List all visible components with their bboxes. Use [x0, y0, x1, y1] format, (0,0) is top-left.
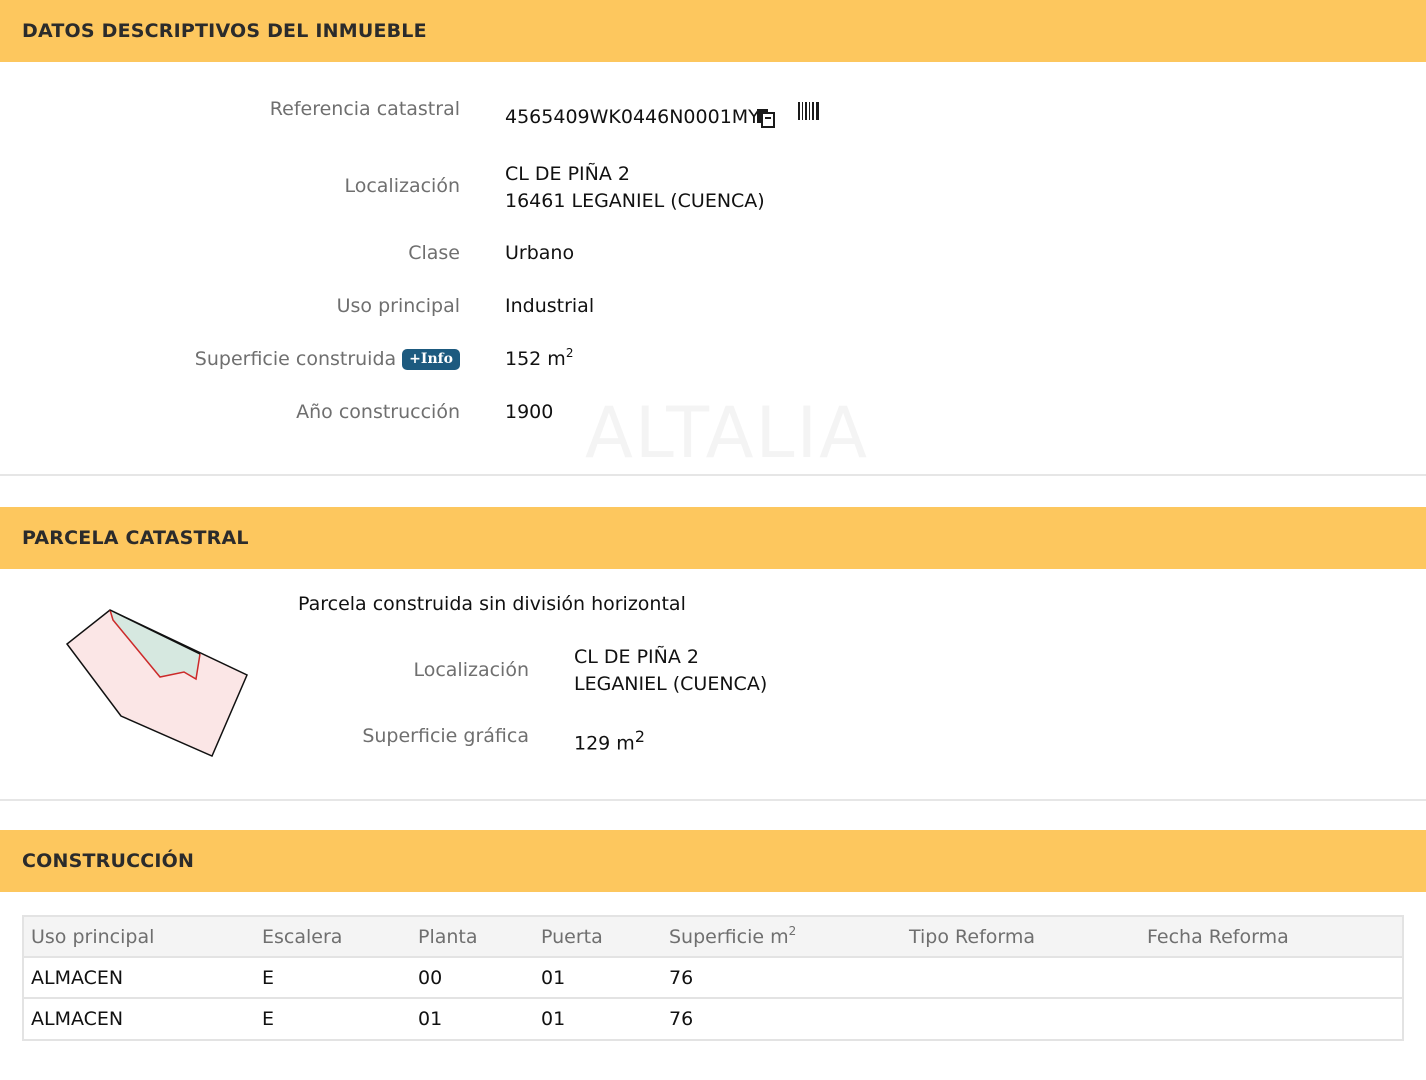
label-superficie: Superficie construida	[194, 348, 397, 370]
parcel-map-svg	[65, 609, 248, 757]
table-row: ALMACEN E 00 01 76	[24, 958, 1402, 999]
value-superficie-number: 152 m	[505, 348, 566, 370]
col-header-uso: Uso principal	[31, 926, 155, 948]
value-parcela-superficie-number: 129 m	[574, 732, 635, 755]
cell-superficie: 76	[669, 1008, 694, 1030]
info-button[interactable]: +Info	[402, 349, 460, 370]
cell-escalera: E	[262, 1008, 275, 1030]
section-header-construccion: CONSTRUCCIÓN	[0, 830, 1426, 892]
label-clase: Clase	[408, 242, 460, 264]
cell-uso: ALMACEN	[31, 967, 124, 989]
value-anio: 1900	[505, 401, 554, 423]
value-superficie-exp: 2	[565, 346, 574, 360]
section-header-datos: DATOS DESCRIPTIVOS DEL INMUEBLE	[0, 0, 1426, 62]
value-parcela-localizacion-line2: LEGANIEL (CUENCA)	[574, 673, 768, 695]
parcel-map[interactable]	[60, 600, 260, 765]
value-referencia[interactable]: 4565409WK0446N0001MY	[505, 104, 760, 131]
label-parcela-superficie: Superficie gráfica	[362, 725, 529, 747]
cell-planta: 01	[418, 1008, 443, 1030]
value-uso: Industrial	[505, 295, 595, 317]
table-row: ALMACEN E 01 01 76	[24, 999, 1402, 1040]
cell-planta: 00	[418, 967, 443, 989]
value-clase: Urbano	[505, 242, 575, 264]
parcela-subtitle: Parcela construida sin división horizont…	[298, 593, 686, 615]
barcode-icon[interactable]	[798, 102, 820, 125]
label-referencia: Referencia catastral	[269, 98, 460, 120]
col-header-superficie: Superficie m2	[669, 917, 796, 957]
col-header-superficie-label: Superficie m	[669, 926, 789, 948]
cell-uso: ALMACEN	[31, 1008, 124, 1030]
label-localizacion: Localización	[344, 175, 460, 197]
label-anio: Año construcción	[296, 401, 460, 423]
table-header-row: Uso principal Escalera Planta Puerta Sup…	[24, 917, 1402, 958]
construccion-table: Uso principal Escalera Planta Puerta Sup…	[22, 915, 1404, 1041]
value-superficie: 152 m2	[505, 346, 573, 373]
col-header-planta: Planta	[418, 926, 478, 948]
section-title-datos: DATOS DESCRIPTIVOS DEL INMUEBLE	[22, 20, 427, 42]
label-uso: Uso principal	[336, 295, 460, 317]
cell-superficie: 76	[669, 967, 694, 989]
value-localizacion-line1: CL DE PIÑA 2	[505, 163, 630, 185]
col-header-fecha-reforma: Fecha Reforma	[1147, 926, 1289, 948]
section-title-construccion: CONSTRUCCIÓN	[22, 850, 195, 872]
value-localizacion-line2: 16461 LEGANIEL (CUENCA)	[505, 190, 765, 212]
section-title-parcela: PARCELA CATASTRAL	[22, 527, 249, 549]
value-parcela-superficie: 129 m2	[574, 723, 645, 757]
parcel-outline	[65, 609, 248, 757]
col-header-tipo-reforma: Tipo Reforma	[909, 926, 1036, 948]
label-parcela-localizacion: Localización	[413, 659, 529, 681]
col-header-superficie-exp: 2	[788, 924, 797, 938]
cell-puerta: 01	[541, 967, 566, 989]
value-parcela-localizacion-line1: CL DE PIÑA 2	[574, 646, 699, 668]
copy-icon[interactable]	[756, 108, 776, 133]
cell-escalera: E	[262, 967, 275, 989]
value-parcela-superficie-exp: 2	[634, 727, 645, 746]
watermark-logo: ALTALIA	[585, 392, 869, 474]
label-superficie-group: Superficie construida +Info	[195, 348, 460, 370]
cell-puerta: 01	[541, 1008, 566, 1030]
section-header-parcela: PARCELA CATASTRAL	[0, 507, 1426, 569]
col-header-puerta: Puerta	[541, 926, 603, 948]
col-header-escalera: Escalera	[262, 926, 343, 948]
